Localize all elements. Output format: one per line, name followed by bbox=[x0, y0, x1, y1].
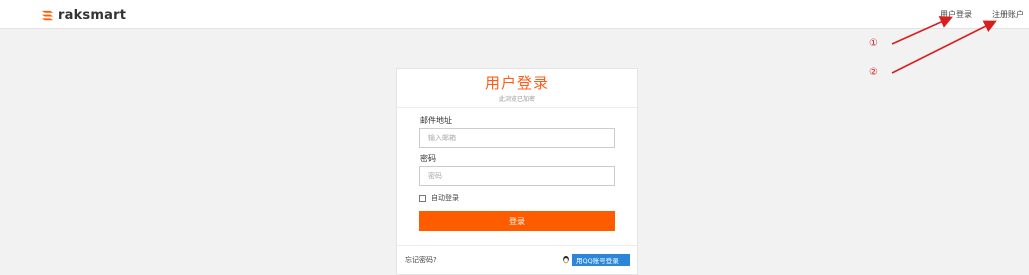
raksmart-logo-icon bbox=[41, 10, 54, 20]
password-field[interactable] bbox=[419, 166, 615, 186]
remember-me[interactable]: 自动登录 bbox=[419, 193, 459, 203]
remember-me-label: 自动登录 bbox=[431, 194, 459, 202]
qq-login-button[interactable]: 用QQ账号登录 bbox=[560, 254, 630, 266]
remember-me-checkbox[interactable] bbox=[419, 194, 426, 202]
login-card-footer: 忘记密码? 用QQ账号登录 bbox=[397, 245, 637, 275]
password-label: 密码 bbox=[420, 154, 436, 163]
forgot-password-link[interactable]: 忘记密码? bbox=[405, 255, 437, 265]
nav-register-link[interactable]: 注册账户 bbox=[992, 9, 1024, 20]
qq-icon bbox=[560, 254, 572, 266]
qq-login-label: 用QQ账号登录 bbox=[576, 257, 619, 265]
login-card: 用户登录 此浏览已加密 邮件地址 密码 自动登录 登录 忘记密码? 用QQ账号登… bbox=[396, 68, 638, 275]
top-navigation-bar: raksmart 用户登录 注册账户 bbox=[0, 0, 1029, 29]
nav-login-link[interactable]: 用户登录 bbox=[940, 9, 972, 20]
brand-name: raksmart bbox=[58, 7, 127, 23]
login-card-header: 用户登录 此浏览已加密 bbox=[397, 69, 637, 108]
email-field[interactable] bbox=[419, 128, 615, 148]
login-submit-button[interactable]: 登录 bbox=[419, 211, 615, 231]
annotation-marker-1: ① bbox=[869, 38, 878, 49]
brand-logo[interactable]: raksmart bbox=[40, 7, 126, 23]
annotation-marker-2: ② bbox=[869, 67, 878, 78]
email-label: 邮件地址 bbox=[420, 116, 452, 125]
login-title: 用户登录 bbox=[484, 74, 549, 92]
annotation-arrow-2 bbox=[891, 20, 997, 74]
login-subtitle: 此浏览已加密 bbox=[498, 96, 535, 103]
